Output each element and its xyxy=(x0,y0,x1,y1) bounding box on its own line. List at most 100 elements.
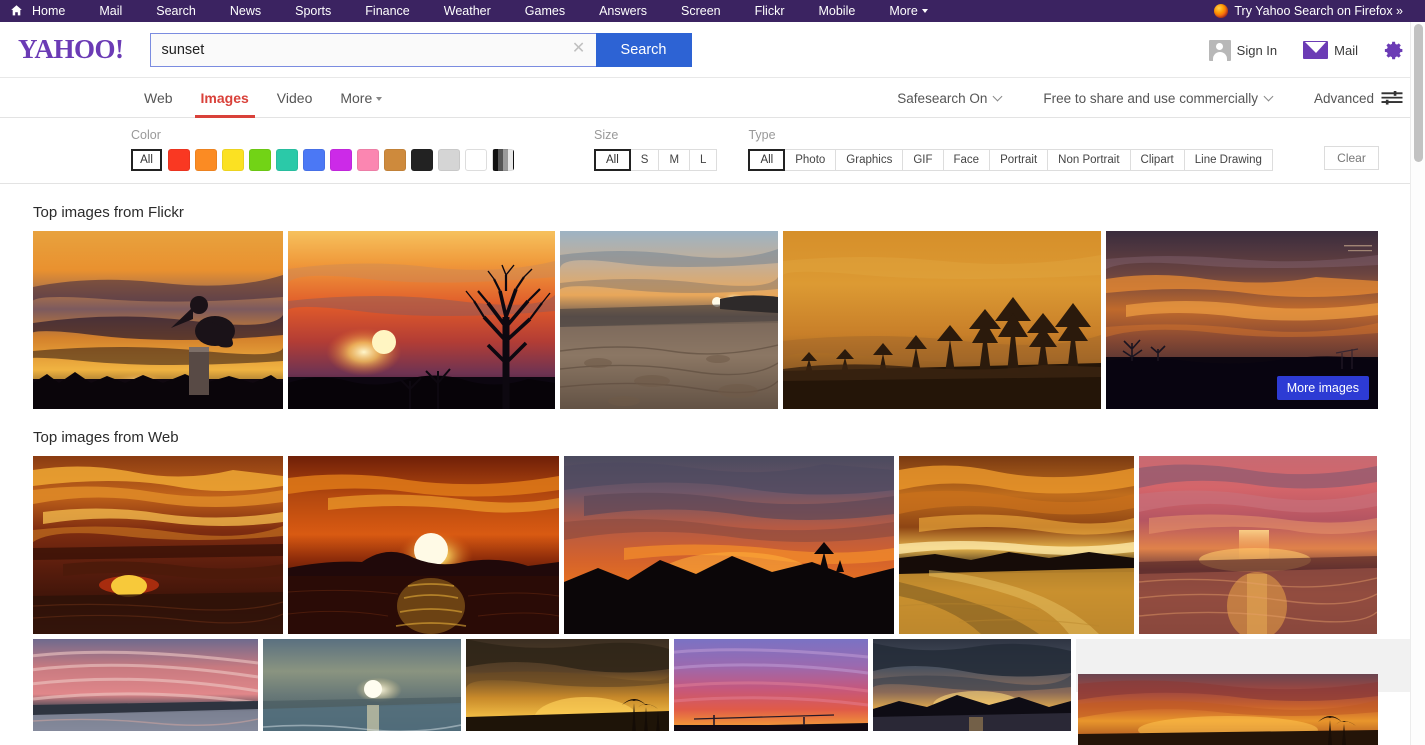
scrollbar-thumb[interactable] xyxy=(1414,24,1423,162)
nav-link-weather[interactable]: Weather xyxy=(427,0,508,22)
sign-in-link[interactable]: Sign In xyxy=(1208,39,1277,61)
image-result-tile[interactable] xyxy=(1078,674,1378,745)
sunset-photo xyxy=(263,639,461,731)
type-option-non-portrait[interactable]: Non Portrait xyxy=(1048,149,1131,171)
web-image-row xyxy=(0,456,1425,634)
image-result-tile[interactable] xyxy=(783,231,1101,409)
search-button[interactable]: Search xyxy=(595,32,692,67)
search-options: Safesearch On Free to share and use comm… xyxy=(855,78,1403,118)
image-result-tile[interactable] xyxy=(288,231,555,409)
safesearch-label: Safesearch On xyxy=(897,90,988,106)
image-result-tile[interactable] xyxy=(33,456,283,634)
image-result-tile[interactable] xyxy=(873,639,1071,731)
type-option-photo[interactable]: Photo xyxy=(785,149,837,171)
color-swatch-brown[interactable] xyxy=(384,149,406,171)
page-scrollbar[interactable] xyxy=(1410,22,1425,745)
gear-icon xyxy=(1384,41,1403,59)
image-result-tile[interactable]: More images xyxy=(1106,231,1378,409)
nav-link-flickr[interactable]: Flickr xyxy=(738,0,802,22)
header-account-area: Sign In Mail xyxy=(1183,22,1405,78)
chevron-down-icon xyxy=(921,9,928,13)
color-swatch-black[interactable] xyxy=(411,149,433,171)
nav-link-finance[interactable]: Finance xyxy=(348,0,426,22)
color-swatch-green[interactable] xyxy=(249,149,271,171)
nav-link-mobile[interactable]: Mobile xyxy=(801,0,872,22)
color-swatch-grayscale[interactable] xyxy=(492,149,514,171)
nav-link-home[interactable]: Home xyxy=(10,0,82,22)
license-dropdown[interactable]: Free to share and use commercially xyxy=(1043,90,1274,106)
clear-filters-button[interactable]: Clear xyxy=(1324,146,1379,170)
color-swatch-teal[interactable] xyxy=(276,149,298,171)
global-nav-bar: Home Mail Search News Sports Finance Wea… xyxy=(0,0,1425,22)
type-option-clipart[interactable]: Clipart xyxy=(1130,149,1185,171)
envelope-icon xyxy=(1303,41,1329,59)
type-option-line-drawing[interactable]: Line Drawing xyxy=(1184,149,1273,171)
image-result-tile[interactable] xyxy=(33,231,283,409)
flickr-image-row: More images xyxy=(0,231,1425,409)
advanced-label: Advanced xyxy=(1313,90,1374,106)
sunset-photo xyxy=(1078,674,1378,745)
nav-link-search[interactable]: Search xyxy=(139,0,213,22)
search-input[interactable] xyxy=(149,32,596,67)
mail-link[interactable]: Mail xyxy=(1303,41,1358,59)
tab-images[interactable]: Images xyxy=(187,78,263,118)
more-images-button[interactable]: More images xyxy=(1276,376,1369,400)
nav-link-games[interactable]: Games xyxy=(508,0,582,22)
size-option-all[interactable]: All xyxy=(594,149,631,171)
sunset-photo xyxy=(899,456,1134,634)
type-options: All Photo Graphics GIF Face Portrait Non… xyxy=(748,149,1273,171)
image-result-tile[interactable] xyxy=(33,639,258,731)
type-option-all[interactable]: All xyxy=(748,149,786,171)
sunset-photo xyxy=(288,456,559,634)
size-option-s[interactable]: S xyxy=(630,149,660,171)
nav-link-news[interactable]: News xyxy=(213,0,278,22)
image-result-tile[interactable] xyxy=(263,639,461,731)
color-filter-group: Color All xyxy=(131,128,519,171)
image-result-tile[interactable] xyxy=(560,231,778,409)
clear-search-icon[interactable]: ✕ xyxy=(572,40,586,56)
nav-link-home-label: Home xyxy=(32,4,66,18)
type-option-portrait[interactable]: Portrait xyxy=(990,149,1049,171)
nav-link-mail[interactable]: Mail xyxy=(82,0,139,22)
sliders-icon xyxy=(1381,91,1403,105)
nav-link-screen[interactable]: Screen xyxy=(664,0,738,22)
image-result-tile[interactable] xyxy=(674,639,868,731)
color-swatch-white[interactable] xyxy=(465,149,487,171)
license-label: Free to share and use commercially xyxy=(1043,90,1258,106)
safesearch-dropdown[interactable]: Safesearch On xyxy=(897,90,1003,106)
type-option-graphics[interactable]: Graphics xyxy=(836,149,904,171)
advanced-toggle[interactable]: Advanced xyxy=(1314,91,1403,106)
sunset-photo xyxy=(33,456,283,634)
color-swatch-gray[interactable] xyxy=(438,149,460,171)
nav-link-sports[interactable]: Sports xyxy=(278,0,348,22)
sunset-photo xyxy=(873,639,1071,731)
type-filter-label: Type xyxy=(748,128,776,142)
size-option-l[interactable]: L xyxy=(690,149,718,171)
color-swatch-all[interactable]: All xyxy=(131,149,162,171)
home-icon xyxy=(11,5,22,16)
tab-web[interactable]: Web xyxy=(130,78,187,117)
settings-link[interactable] xyxy=(1384,40,1405,61)
tab-video[interactable]: Video xyxy=(263,78,327,117)
color-swatch-pink[interactable] xyxy=(357,149,379,171)
color-swatch-red[interactable] xyxy=(168,149,190,171)
color-swatch-yellow[interactable] xyxy=(222,149,244,171)
firefox-promo-link[interactable]: Try Yahoo Search on Firefox » xyxy=(1214,0,1403,22)
image-result-tile[interactable] xyxy=(564,456,894,634)
yahoo-logo[interactable]: YAHOO! xyxy=(18,36,124,63)
type-option-face[interactable]: Face xyxy=(943,149,991,171)
nav-link-answers[interactable]: Answers xyxy=(582,0,664,22)
color-swatch-magenta[interactable] xyxy=(330,149,352,171)
image-result-tile[interactable] xyxy=(899,456,1134,634)
size-option-m[interactable]: M xyxy=(659,149,691,171)
color-swatch-orange[interactable] xyxy=(195,149,217,171)
mail-label: Mail xyxy=(1334,42,1358,58)
type-filter-group: Type All Photo Graphics GIF Face Portrai… xyxy=(748,128,1273,171)
image-result-tile[interactable] xyxy=(288,456,559,634)
image-result-tile[interactable] xyxy=(466,639,669,731)
image-result-tile[interactable] xyxy=(1139,456,1377,634)
nav-link-more[interactable]: More xyxy=(872,0,944,22)
color-swatch-blue[interactable] xyxy=(303,149,325,171)
type-option-gif[interactable]: GIF xyxy=(903,149,944,171)
tab-more[interactable]: More xyxy=(326,78,396,117)
